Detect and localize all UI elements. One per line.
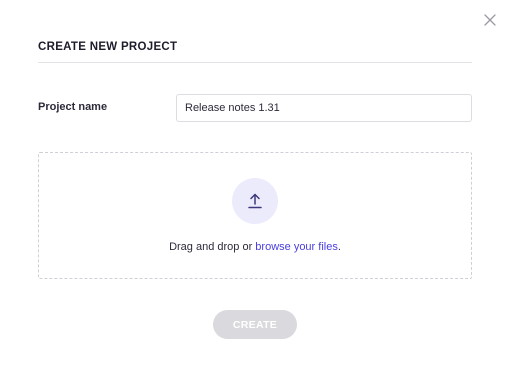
project-name-label: Project name [38,101,108,113]
close-button[interactable] [480,10,500,30]
close-icon [484,14,496,26]
title-divider [38,62,472,63]
project-name-input[interactable] [176,94,472,122]
dropzone-text-prefix: Drag and drop or [169,241,256,253]
file-dropzone[interactable]: Drag and drop or browse your files. [38,152,472,279]
create-project-dialog: CREATE NEW PROJECT Project name Drag and… [0,0,512,379]
browse-files-link[interactable]: browse your files [255,241,338,253]
dialog-title: CREATE NEW PROJECT [38,41,178,53]
dropzone-instructions: Drag and drop or browse your files. [39,241,471,253]
create-button[interactable]: CREATE [213,310,297,339]
upload-icon [248,193,262,209]
upload-button[interactable] [232,178,278,224]
dropzone-text-suffix: . [337,241,341,253]
